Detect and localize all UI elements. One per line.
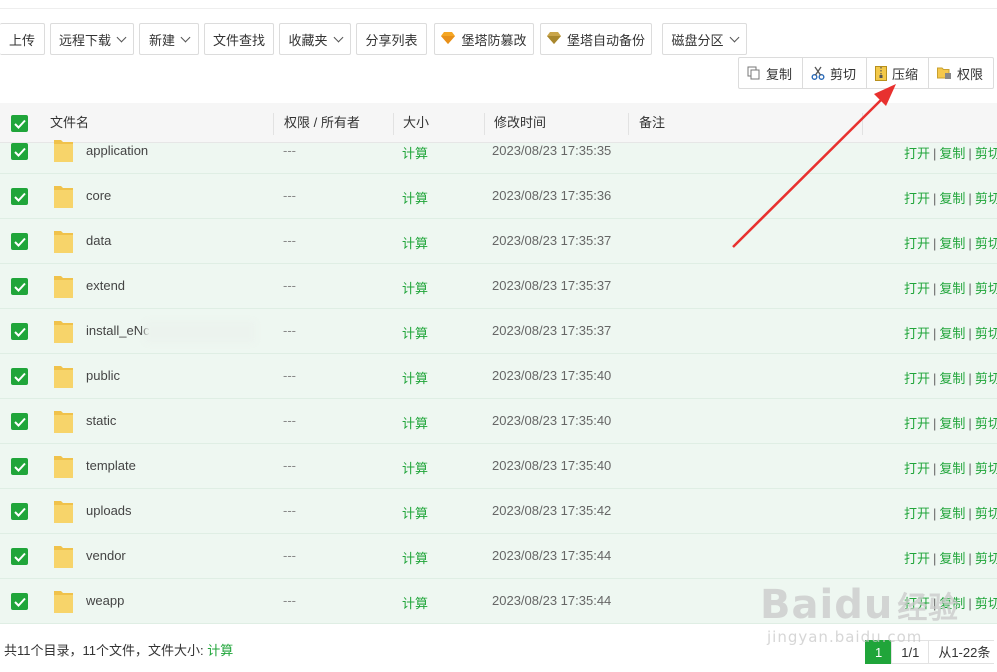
annotation-arrow [732, 84, 896, 248]
